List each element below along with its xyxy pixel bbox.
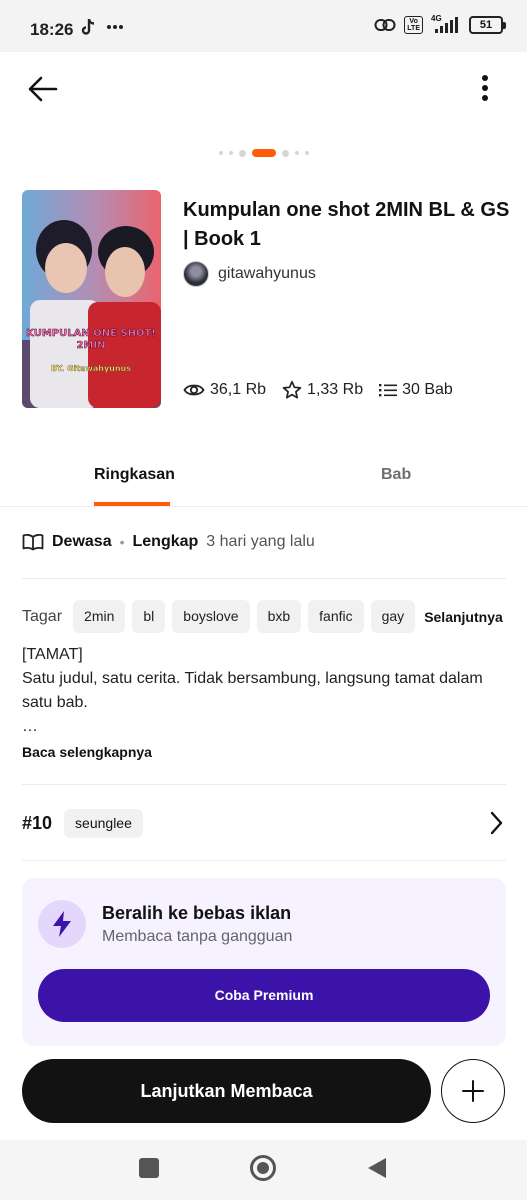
more-vertical-icon [482, 75, 488, 101]
divider [22, 784, 506, 785]
tag-chip[interactable]: fanfic [308, 600, 364, 633]
more-options-button[interactable] [473, 72, 497, 106]
description-ellipsis: … [22, 718, 38, 735]
divider [22, 860, 506, 861]
rank-tag: seunglee [64, 808, 143, 838]
book-title: Kumpulan one shot 2MIN BL & GS | Book 1 [183, 199, 510, 250]
premium-title: Beralih ke bebas iklan [102, 903, 292, 923]
continue-reading-button[interactable]: Lanjutkan Membaca [22, 1059, 431, 1123]
system-back-button[interactable] [366, 1156, 388, 1180]
back-button[interactable] [26, 72, 60, 106]
star-icon [282, 380, 302, 399]
tab-chapters[interactable]: Bab [381, 466, 411, 484]
divider [22, 578, 506, 579]
volte-badge: Vo LTE [404, 16, 423, 34]
cover-text-subtitle: 2MIN [77, 340, 106, 351]
tag-chip[interactable]: gay [370, 600, 416, 633]
tag-chip[interactable]: 2min [73, 600, 126, 633]
carousel-dot [294, 151, 299, 155]
carousel-dot [304, 151, 309, 155]
story-stats: 36,1 Rb 1,33 Rb 30 Bab [183, 380, 453, 400]
cover-text-author: BY. Gitawahyunus [51, 364, 131, 373]
bolt-badge [38, 900, 86, 948]
arrow-left-icon [28, 76, 58, 102]
system-nav-bar [0, 1140, 527, 1200]
read-more-link[interactable]: Baca selengkapnya [22, 744, 152, 760]
author-name: gitawahyunus [218, 265, 316, 282]
tag-chip[interactable]: bl [132, 600, 166, 633]
story-meta: Dewasa • Lengkap 3 hari yang lalu [22, 533, 315, 551]
detail-tabs: Ringkasan Bab [0, 450, 527, 507]
carousel-dot [228, 151, 233, 155]
meta-separator: • [119, 534, 125, 550]
tag-chip[interactable]: boyslove [172, 600, 250, 633]
chevron-right-icon [490, 811, 503, 835]
parts-stat: 30 Bab [379, 381, 453, 399]
completion-status: Lengkap [132, 533, 199, 550]
status-time: 18:26 [30, 20, 74, 39]
add-to-library-button[interactable] [441, 1059, 505, 1123]
carousel-dot-active [251, 149, 276, 157]
parts-count: 30 Bab [402, 381, 453, 398]
maturity-rating: Dewasa [52, 533, 112, 550]
volte-label-bottom: LTE [407, 25, 420, 32]
link-icon [374, 19, 396, 31]
carousel-dot [218, 151, 223, 155]
votes-count: 1,33 Rb [307, 381, 364, 398]
volte-label-top: Vo [409, 18, 418, 25]
battery-indicator: 51 [469, 16, 506, 34]
signal-group: 4G [431, 14, 461, 34]
cover-text-title: KUMPULAN ONE SHOT! [26, 328, 156, 339]
last-updated: 3 hari yang lalu [206, 533, 315, 550]
votes-stat: 1,33 Rb [282, 380, 363, 400]
tags-label: Tagar [22, 607, 63, 625]
description-line: [TAMAT] [22, 646, 83, 663]
author-avatar [183, 261, 209, 287]
tags-more-link[interactable]: Selanjutnya [424, 609, 503, 625]
recent-apps-button[interactable] [139, 1158, 159, 1178]
description-line: Satu judul, satu cerita. Tidak bersambun… [22, 670, 483, 711]
premium-subtitle: Membaca tanpa gangguan [102, 928, 293, 945]
more-notifications-icon [107, 25, 123, 29]
ranking-row[interactable]: #10 seunglee [22, 806, 506, 840]
book-cover[interactable]: KUMPULAN ONE SHOT! 2MIN BY. Gitawahyunus [22, 190, 161, 408]
signal-icon [435, 17, 458, 33]
home-button[interactable] [250, 1155, 276, 1181]
status-notification-icons [80, 18, 124, 36]
active-tab-indicator [94, 502, 170, 506]
author-link[interactable]: gitawahyunus [183, 261, 316, 287]
tag-chip[interactable]: bxb [256, 600, 302, 633]
cover-image: KUMPULAN ONE SHOT! 2MIN BY. Gitawahyunus [22, 190, 161, 408]
reads-count: 36,1 Rb [210, 381, 267, 398]
list-icon [379, 384, 398, 397]
status-system-icons: Vo LTE 4G 51 [374, 14, 506, 34]
status-bar: 18:26 Vo LTE 4G 51 [0, 0, 527, 52]
plus-icon [462, 1080, 484, 1102]
tags-row: Tagar 2min bl boyslove bxb fanfic gay Se… [22, 600, 503, 633]
rank-number: #10 [22, 812, 53, 833]
bolt-icon [53, 911, 71, 937]
tiktok-icon [81, 19, 95, 35]
eye-icon [183, 384, 205, 396]
tab-summary[interactable]: Ringkasan [94, 466, 175, 484]
carousel-indicator [0, 147, 527, 159]
book-open-icon [22, 533, 44, 551]
story-description: [TAMAT] Satu judul, satu cerita. Tidak b… [22, 643, 512, 739]
premium-promo-card: Beralih ke bebas iklan Membaca tanpa gan… [22, 878, 506, 1046]
reads-stat: 36,1 Rb [183, 381, 266, 399]
carousel-dot [238, 149, 246, 157]
carousel-dot [281, 149, 289, 157]
try-premium-button[interactable]: Coba Premium [38, 969, 490, 1022]
